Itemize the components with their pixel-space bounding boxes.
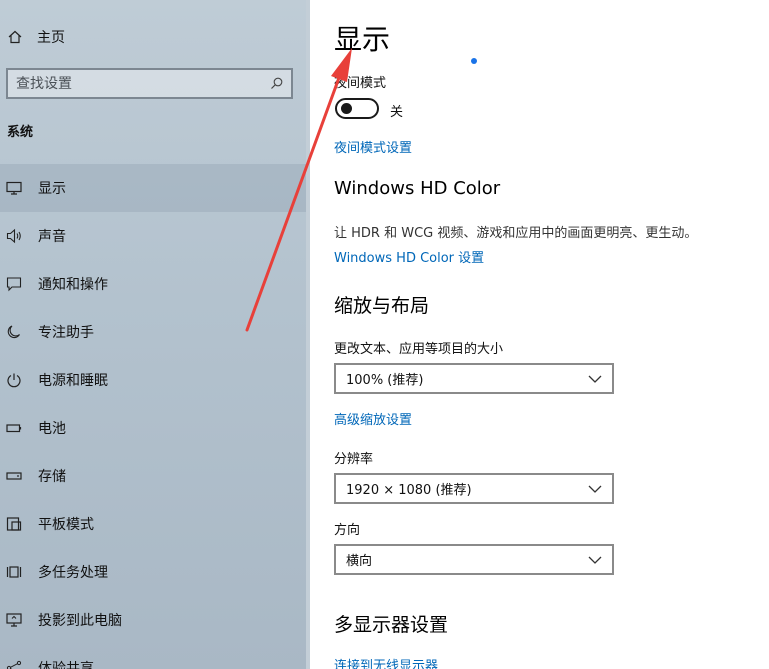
sidebar-item-multitasking[interactable]: 多任务处理: [0, 548, 306, 596]
sidebar-item-tablet-mode[interactable]: 平板模式: [0, 500, 306, 548]
sidebar-item-label: 专注助手: [38, 325, 94, 341]
monitor-icon: [5, 179, 23, 197]
sidebar-item-label: 体验共享: [38, 661, 94, 669]
main-content: 显示 夜间模式 关 夜间模式设置 Windows HD Color 让 HDR …: [310, 0, 769, 669]
sidebar-nav: 显示 声音 通知和操作 专注助手 电源和睡眠 电池 存储 平板模式 多任务处理 …: [0, 164, 306, 669]
settings-search-box[interactable]: [6, 68, 293, 99]
sidebar-item-label: 通知和操作: [38, 277, 108, 293]
sidebar-item-label: 多任务处理: [38, 565, 108, 581]
scale-label: 更改文本、应用等项目的大小: [334, 342, 504, 357]
sidebar-item-shared-experiences[interactable]: 体验共享: [0, 644, 306, 669]
advanced-scaling-link[interactable]: 高级缩放设置: [334, 409, 412, 428]
power-icon: [5, 371, 23, 389]
night-light-state: 关: [390, 105, 404, 120]
orientation-dropdown-value: 横向: [346, 554, 373, 569]
sidebar-item-label: 电源和睡眠: [38, 373, 108, 389]
orientation-label: 方向: [334, 523, 361, 538]
sidebar-item-label: 平板模式: [38, 517, 94, 533]
scale-layout-heading: 缩放与布局: [334, 295, 430, 317]
toggle-knob: [341, 103, 352, 114]
wireless-display-link[interactable]: 连接到无线显示器: [334, 655, 438, 669]
search-icon[interactable]: [269, 77, 283, 91]
notification-icon: [5, 275, 23, 293]
chevron-down-icon: [588, 553, 602, 567]
sidebar-item-label: 声音: [38, 229, 66, 245]
sidebar-item-focus-assist[interactable]: 专注助手: [0, 308, 306, 356]
resolution-label: 分辨率: [334, 452, 374, 467]
tablet-icon: [5, 515, 23, 533]
sidebar: 主页 系统 显示 声音 通知和操作: [0, 0, 310, 669]
night-light-toggle[interactable]: [335, 98, 379, 119]
hd-color-heading: Windows HD Color: [334, 178, 501, 199]
sidebar-item-label: 投影到此电脑: [38, 613, 122, 629]
battery-icon: [5, 419, 23, 437]
sidebar-item-storage[interactable]: 存储: [0, 452, 306, 500]
share-icon: [5, 659, 23, 669]
night-light-label: 夜间模式: [334, 76, 387, 91]
sidebar-section-title: 系统: [7, 125, 34, 140]
sidebar-item-label: 显示: [38, 181, 66, 197]
sidebar-item-sound[interactable]: 声音: [0, 212, 306, 260]
sidebar-item-display[interactable]: 显示: [0, 164, 306, 212]
chevron-down-icon: [588, 372, 602, 386]
resolution-dropdown[interactable]: 1920 × 1080 (推荐): [334, 473, 614, 504]
search-input[interactable]: [16, 75, 256, 92]
chevron-down-icon: [588, 482, 602, 496]
progress-dot: [471, 58, 477, 64]
sidebar-item-label: 电池: [38, 421, 66, 437]
orientation-dropdown[interactable]: 横向: [334, 544, 614, 575]
hd-color-settings-link[interactable]: Windows HD Color 设置: [334, 247, 484, 266]
sidebar-item-label: 存储: [38, 469, 66, 485]
resolution-dropdown-value: 1920 × 1080 (推荐): [346, 483, 472, 498]
home-icon: [7, 29, 23, 45]
sidebar-item-notifications[interactable]: 通知和操作: [0, 260, 306, 308]
hd-color-description: 让 HDR 和 WCG 视频、游戏和应用中的画面更明亮、更生动。: [334, 226, 698, 241]
scale-dropdown[interactable]: 100% (推荐): [334, 363, 614, 394]
project-icon: [5, 611, 23, 629]
sidebar-item-power-sleep[interactable]: 电源和睡眠: [0, 356, 306, 404]
sidebar-item-project-to-pc[interactable]: 投影到此电脑: [0, 596, 306, 644]
multi-display-heading: 多显示器设置: [334, 614, 449, 636]
speaker-icon: [5, 227, 23, 245]
night-light-settings-link[interactable]: 夜间模式设置: [334, 137, 412, 156]
sidebar-home[interactable]: 主页: [0, 20, 300, 54]
multitask-icon: [5, 563, 23, 581]
sidebar-item-battery[interactable]: 电池: [0, 404, 306, 452]
sidebar-home-label: 主页: [37, 30, 65, 46]
storage-icon: [5, 467, 23, 485]
moon-icon: [5, 323, 23, 341]
page-title: 显示: [334, 23, 391, 56]
scale-dropdown-value: 100% (推荐): [346, 373, 424, 388]
